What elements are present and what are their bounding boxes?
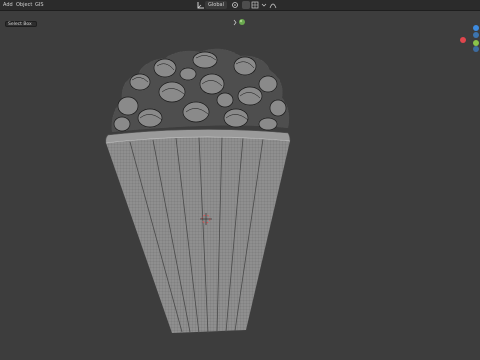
transform-orientation-dropdown[interactable]: Global <box>205 1 227 9</box>
popcorn-mesh[interactable] <box>111 48 290 132</box>
gizmo-z-neg-icon[interactable] <box>473 32 479 38</box>
gizmo-y-neg-icon[interactable] <box>473 46 479 52</box>
menu-gis[interactable]: GIS <box>35 0 44 10</box>
menu-object[interactable]: Object <box>16 0 32 10</box>
popcorn-bucket-mesh[interactable] <box>105 129 291 334</box>
chevron-down-icon[interactable] <box>261 1 267 9</box>
snap-increment-icon[interactable] <box>251 1 259 9</box>
3d-viewport[interactable] <box>0 11 480 360</box>
transform-orientation-icon[interactable] <box>197 1 205 9</box>
snap-toggle-icon[interactable] <box>242 1 250 9</box>
pivot-point-icon[interactable] <box>231 1 239 9</box>
navigation-gizmo[interactable] <box>455 22 480 52</box>
menu-add[interactable]: Add <box>3 0 13 10</box>
proportional-editing-icon[interactable] <box>269 1 277 9</box>
gizmo-z-axis-icon[interactable] <box>473 25 479 31</box>
gizmo-x-axis-icon[interactable] <box>460 37 466 43</box>
